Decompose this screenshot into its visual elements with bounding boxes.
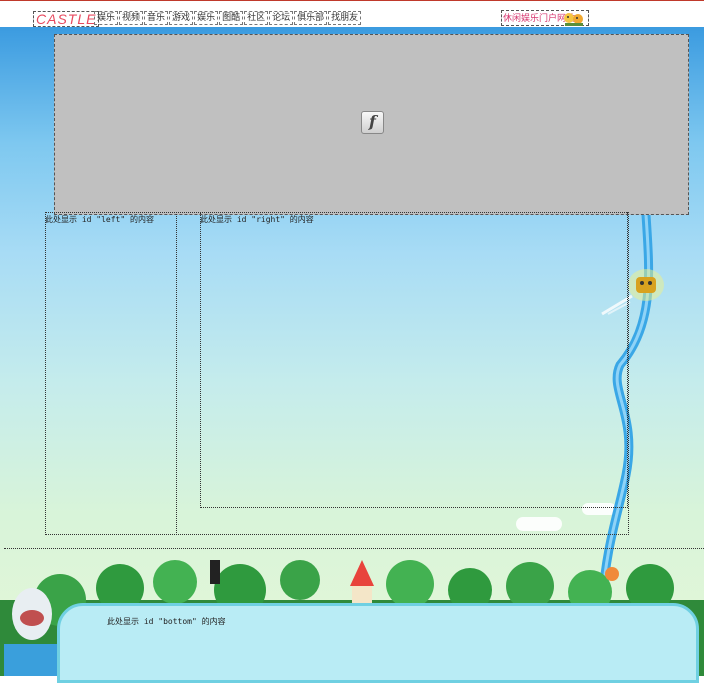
flash-plugin-icon[interactable]: f: [361, 111, 384, 134]
flash-banner[interactable]: f: [54, 34, 689, 215]
nav-item-1[interactable]: 娱乐: [94, 11, 119, 25]
whale-character-icon: [4, 588, 64, 676]
nav-item-6[interactable]: 图酷: [219, 11, 244, 25]
portal-link[interactable]: 休闲娱乐门户网站: [501, 10, 589, 26]
top-nav-bar: CASTLE 娱乐 视频 音乐 游戏 娱乐 图酷 社区 论坛 俱乐部 找朋友 休…: [0, 0, 704, 28]
right-region-label: 此处显示 id "right" 的内容: [200, 215, 314, 224]
section-divider: [4, 548, 704, 549]
nav-item-5[interactable]: 娱乐: [194, 11, 219, 25]
bottom-region-label: 此处显示 id "bottom" 的内容: [107, 617, 226, 626]
nav-item-7[interactable]: 社区: [244, 11, 269, 25]
nav-item-4[interactable]: 游戏: [169, 11, 194, 25]
nav-item-3[interactable]: 音乐: [144, 11, 169, 25]
nav-item-10[interactable]: 找朋友: [328, 11, 362, 25]
mascot-icon: [564, 13, 583, 26]
left-region-label: 此处显示 id "left" 的内容: [45, 215, 154, 224]
left-region: [45, 212, 177, 535]
bottom-region: 此处显示 id "bottom" 的内容: [57, 603, 699, 683]
main-nav: 娱乐 视频 音乐 游戏 娱乐 图酷 社区 论坛 俱乐部 找朋友: [94, 11, 362, 25]
nav-item-9[interactable]: 俱乐部: [294, 11, 328, 25]
nav-item-2[interactable]: 视频: [119, 11, 144, 25]
site-logo[interactable]: CASTLE: [33, 11, 100, 27]
right-inner-region: [200, 212, 628, 508]
nav-item-8[interactable]: 论坛: [269, 11, 294, 25]
